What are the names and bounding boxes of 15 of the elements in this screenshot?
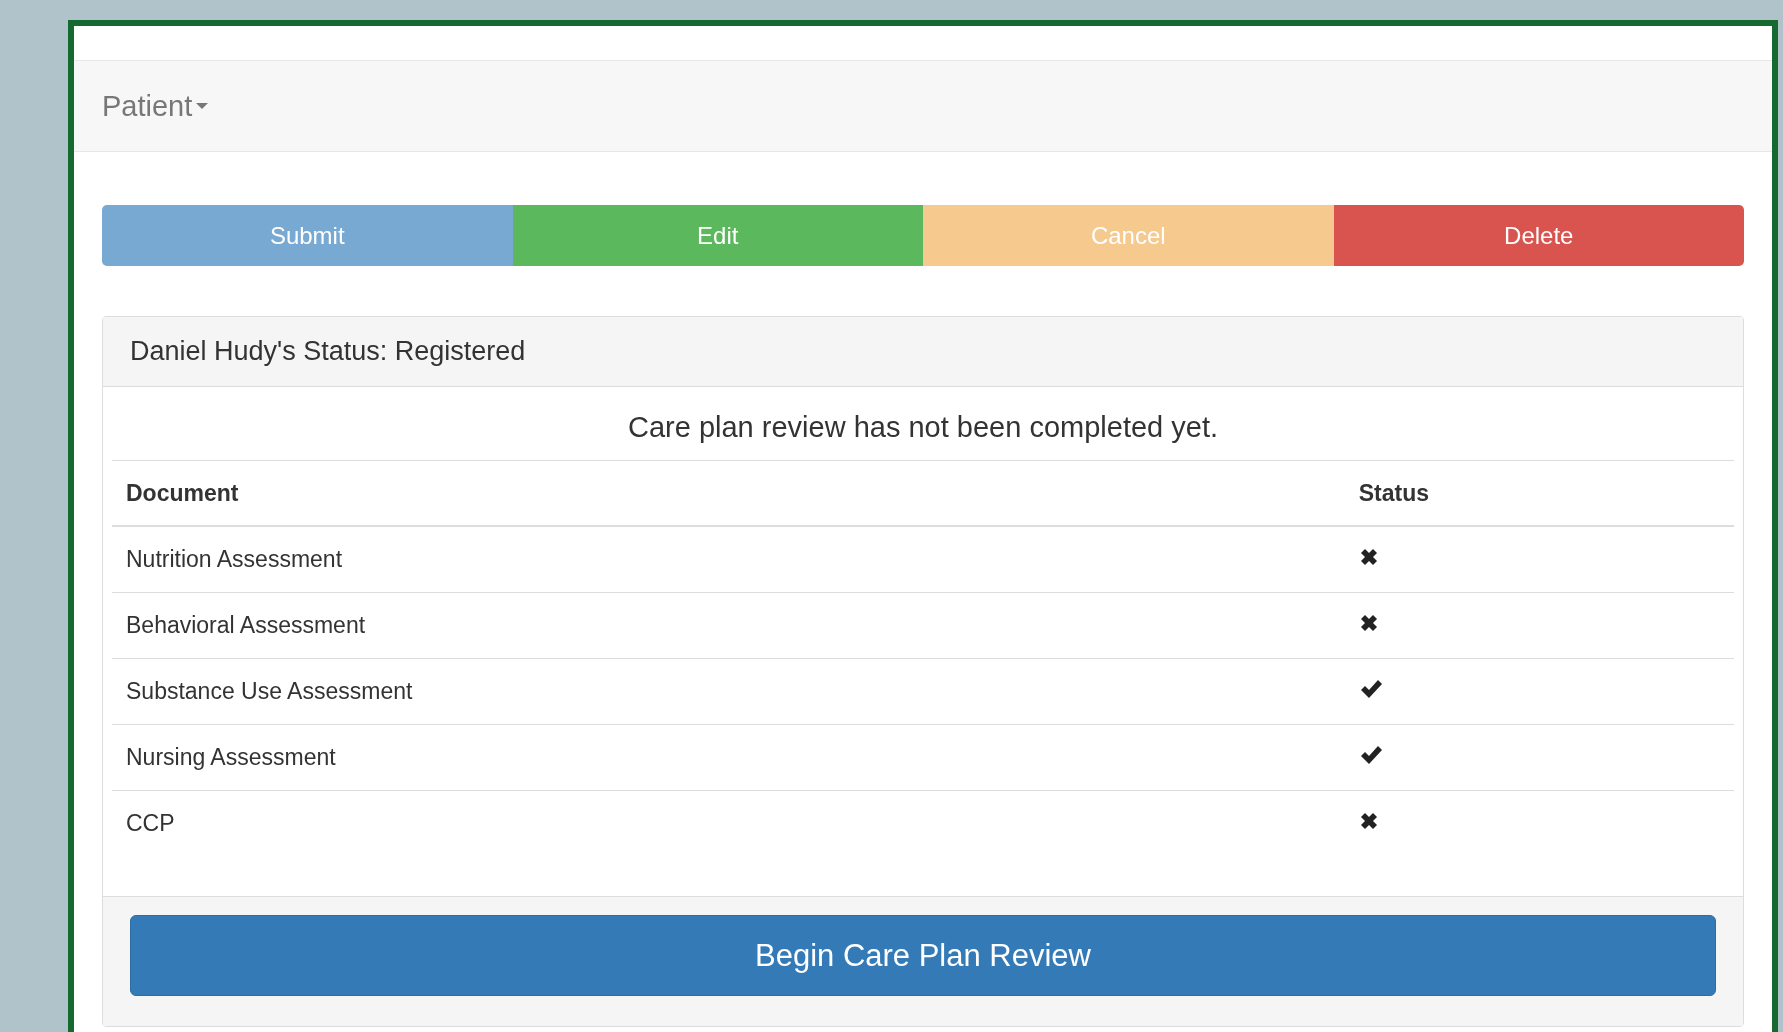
document-cell: Nutrition Assessment: [112, 526, 1345, 593]
caret-icon: [196, 103, 209, 109]
document-cell: Nursing Assessment: [112, 724, 1345, 791]
review-message: Care plan review has not been completed yet.: [112, 387, 1734, 461]
document-cell: Behavioral Assessment: [112, 592, 1345, 659]
column-header: Status: [1344, 461, 1734, 526]
document-cell: Substance Use Assessment: [112, 658, 1345, 725]
action-button[interactable]: Submit: [102, 205, 513, 266]
action-button[interactable]: Delete: [1333, 205, 1744, 266]
column-header: Document: [112, 461, 1345, 526]
document-cell: CCP: [112, 790, 1345, 856]
panel-title: Daniel Hudy's Status: Registered: [103, 317, 1743, 387]
begin-review-button[interactable]: Begin Care Plan Review: [130, 915, 1716, 996]
action-button[interactable]: Edit: [512, 205, 923, 266]
patient-menu[interactable]: Patient: [102, 89, 209, 123]
